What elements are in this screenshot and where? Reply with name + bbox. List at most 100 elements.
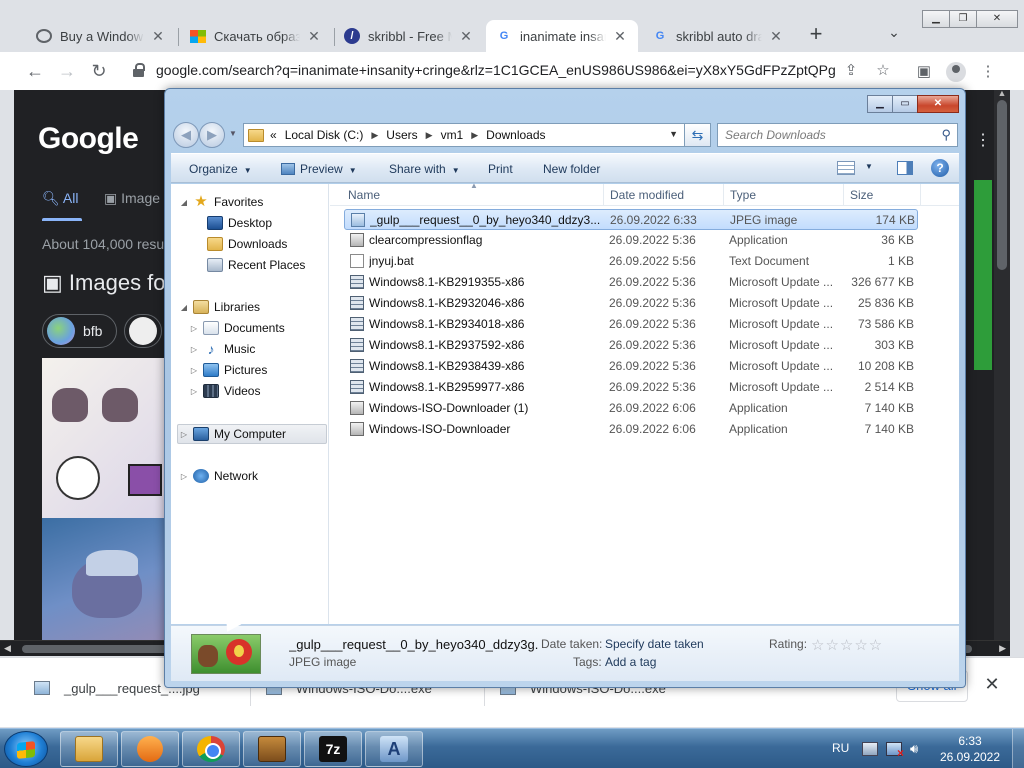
tab-skribbl-auto-draw[interactable]: G skribbl auto draw ✕: [642, 20, 794, 52]
taskbar-media-player[interactable]: [121, 731, 179, 767]
nav-documents[interactable]: ▷ Documents: [189, 318, 285, 338]
column-size[interactable]: Size: [850, 188, 873, 202]
url-text[interactable]: google.com/search?q=inanimate+insanity+c…: [156, 62, 836, 78]
search-input[interactable]: Search Downloads ⚲: [717, 123, 958, 147]
view-options-icon[interactable]: [837, 161, 855, 175]
expand-arrow-icon[interactable]: ▷: [189, 366, 199, 375]
nav-my-computer[interactable]: ▷ My Computer: [179, 424, 286, 444]
preview-button[interactable]: Preview ▼: [281, 162, 357, 176]
taskbar-archive[interactable]: [243, 731, 301, 767]
file-row[interactable]: _gulp___request__0_by_heyo340_ddzy3... 2…: [344, 209, 918, 230]
taskbar-app-a[interactable]: A: [365, 731, 423, 767]
file-row[interactable]: Windows8.1-KB2938439-x86 26.09.2022 5:36…: [344, 356, 918, 377]
column-divider[interactable]: [843, 184, 844, 206]
file-row[interactable]: Windows-ISO-Downloader 26.09.2022 6:06 A…: [344, 419, 918, 440]
preview-pane-icon[interactable]: [897, 161, 913, 175]
chevron-right-icon[interactable]: ▶: [426, 130, 433, 141]
address-breadcrumb[interactable]: « Local Disk (C:) ▶ Users ▶ vm1 ▶ Downlo…: [243, 123, 685, 147]
file-row[interactable]: Windows8.1-KB2937592-x86 26.09.2022 5:36…: [344, 335, 918, 356]
breadcrumb-item[interactable]: Local Disk (C:): [285, 128, 364, 142]
expand-arrow-icon[interactable]: ▷: [189, 324, 199, 333]
nav-recent-places[interactable]: Recent Places: [193, 255, 305, 275]
file-row[interactable]: Windows8.1-KB2919355-x86 26.09.2022 5:36…: [344, 272, 918, 293]
file-row[interactable]: Windows-ISO-Downloader (1) 26.09.2022 6:…: [344, 398, 918, 419]
forward-button[interactable]: →: [56, 60, 78, 82]
column-divider[interactable]: [723, 184, 724, 206]
taskbar-7zip[interactable]: 7z: [304, 731, 362, 767]
close-icon[interactable]: ✕: [982, 674, 1002, 694]
start-button[interactable]: [4, 731, 48, 767]
column-divider[interactable]: [920, 184, 921, 206]
address-bar[interactable]: google.com/search?q=inanimate+insanity+c…: [124, 56, 914, 86]
breadcrumb-item[interactable]: vm1: [441, 128, 464, 142]
tab-skribbl[interactable]: / skribbl - Free Multiplayer ✕: [334, 20, 484, 52]
close-icon[interactable]: ✕: [306, 28, 322, 45]
taskbar-explorer[interactable]: [60, 731, 118, 767]
lock-icon[interactable]: [132, 63, 146, 77]
taskbar-chrome[interactable]: [182, 731, 240, 767]
expand-arrow-icon[interactable]: ▷: [179, 472, 189, 481]
print-button[interactable]: Print: [488, 162, 513, 176]
nav-music[interactable]: ▷ ♪ Music: [189, 339, 255, 359]
column-divider[interactable]: [603, 184, 604, 206]
file-row[interactable]: Windows8.1-KB2934018-x86 26.09.2022 5:36…: [344, 314, 918, 335]
breadcrumb-item[interactable]: Downloads: [486, 128, 545, 142]
back-button[interactable]: ←: [24, 60, 46, 82]
close-icon[interactable]: ✕: [612, 28, 628, 45]
maximize-button[interactable]: ▭: [892, 95, 918, 113]
menu-icon[interactable]: ⋮: [974, 130, 992, 150]
tab-download-image[interactable]: Скачать образ диска ✕: [180, 20, 332, 52]
nav-libraries[interactable]: ◢ Libraries: [179, 297, 260, 317]
file-row[interactable]: Windows8.1-KB2932046-x86 26.09.2022 5:36…: [344, 293, 918, 314]
search-icon[interactable]: ⚲: [941, 127, 951, 143]
nav-desktop[interactable]: Desktop: [193, 213, 272, 233]
menu-icon[interactable]: ⋮: [978, 62, 998, 82]
chevron-right-icon[interactable]: ▶: [371, 130, 378, 141]
scrollbar-thumb[interactable]: [997, 100, 1007, 270]
close-button[interactable]: ✕: [917, 95, 959, 113]
help-icon[interactable]: ?: [931, 159, 949, 177]
tags-field[interactable]: Add a tag: [605, 655, 656, 669]
maximize-button[interactable]: ❐: [949, 10, 977, 28]
chevron-right-icon[interactable]: ▶: [471, 130, 478, 141]
close-icon[interactable]: ✕: [150, 28, 166, 45]
clock[interactable]: 6:33 26.09.2022: [938, 733, 1002, 765]
tab-inanimate-insanity[interactable]: G inanimate insanity ✕: [486, 20, 638, 52]
column-type[interactable]: Type: [730, 188, 756, 202]
new-folder-button[interactable]: New folder: [543, 162, 600, 176]
close-icon[interactable]: ✕: [768, 28, 784, 45]
side-panel-icon[interactable]: ▣: [914, 62, 934, 82]
rating-stars[interactable]: ☆☆☆☆☆: [811, 636, 883, 654]
google-logo[interactable]: Google: [38, 122, 139, 156]
file-row[interactable]: Windows8.1-KB2959977-x86 26.09.2022 5:36…: [344, 377, 918, 398]
tab-buy-windows[interactable]: Buy a Windows 7 ✕: [26, 20, 176, 52]
chevron-down-icon[interactable]: ▼: [669, 129, 678, 139]
language-indicator[interactable]: RU: [832, 741, 849, 755]
breadcrumb-overflow[interactable]: «: [270, 128, 277, 142]
file-row[interactable]: jnyuj.bat 26.09.2022 5:56 Text Document …: [344, 251, 918, 272]
date-taken-field[interactable]: Specify date taken: [605, 637, 704, 651]
image-filter-chip[interactable]: [124, 314, 162, 348]
scroll-left-icon[interactable]: ◀: [4, 643, 11, 654]
volume-icon[interactable]: 🔊︎: [910, 742, 926, 756]
action-center-icon[interactable]: [862, 742, 878, 756]
chevron-down-icon[interactable]: ▼: [865, 162, 873, 171]
nav-network[interactable]: ▷ Network: [179, 466, 258, 486]
scroll-right-icon[interactable]: ▶: [999, 643, 1006, 654]
search-tab-images[interactable]: ▣ Image: [104, 190, 160, 207]
image-result[interactable]: [42, 518, 164, 656]
column-date-modified[interactable]: Date modified: [610, 188, 684, 202]
expand-arrow-icon[interactable]: ◢: [179, 303, 189, 312]
nav-videos[interactable]: ▷ Videos: [189, 381, 260, 401]
vertical-scrollbar[interactable]: ▲ ▼: [994, 90, 1010, 656]
expand-arrow-icon[interactable]: ◢: [179, 198, 189, 207]
expand-arrow-icon[interactable]: ▷: [179, 430, 189, 439]
expand-arrow-icon[interactable]: ▷: [189, 345, 199, 354]
profile-avatar[interactable]: [946, 62, 966, 82]
nav-downloads[interactable]: Downloads: [193, 234, 287, 254]
file-row[interactable]: clearcompressionflag 26.09.2022 5:36 App…: [344, 230, 918, 251]
reload-button[interactable]: ↻: [88, 60, 110, 82]
expand-arrow-icon[interactable]: ▷: [189, 387, 199, 396]
tab-search-icon[interactable]: ⌄: [884, 24, 904, 44]
close-icon[interactable]: ✕: [458, 28, 474, 45]
